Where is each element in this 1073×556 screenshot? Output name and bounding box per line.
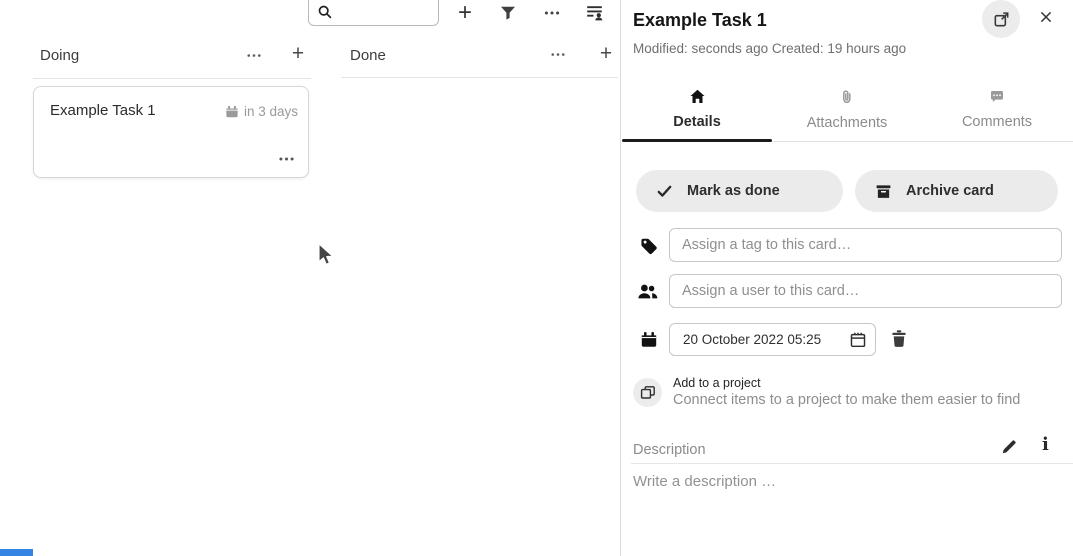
pencil-icon bbox=[1001, 438, 1018, 455]
assign-tag-input[interactable] bbox=[669, 228, 1062, 262]
info-icon: i bbox=[1042, 434, 1049, 455]
add-to-project-subtitle: Connect items to a project to make them … bbox=[673, 392, 1020, 408]
tag-icon bbox=[640, 237, 659, 256]
assign-user-input[interactable] bbox=[669, 274, 1062, 308]
open-in-window-button[interactable] bbox=[982, 0, 1020, 38]
calendar-icon bbox=[640, 331, 658, 349]
search-field[interactable] bbox=[308, 0, 439, 26]
edit-description-button[interactable] bbox=[1001, 438, 1018, 455]
calendar-icon bbox=[225, 105, 239, 119]
column-doing-add-card-button[interactable]: + bbox=[287, 42, 309, 66]
column-done-menu-button[interactable] bbox=[550, 47, 566, 62]
stacked-windows-icon bbox=[640, 385, 656, 400]
card-due-label: in 3 days bbox=[244, 104, 298, 119]
remove-due-date-button[interactable] bbox=[889, 329, 909, 349]
column-doing-separator bbox=[33, 78, 311, 79]
task-card[interactable]: Example Task 1 in 3 days bbox=[33, 86, 309, 178]
tab-comments-label: Comments bbox=[962, 114, 1032, 130]
add-to-project-title: Add to a project bbox=[673, 376, 761, 390]
close-icon bbox=[1038, 9, 1054, 25]
description-separator bbox=[631, 463, 1073, 464]
comment-bubble-icon bbox=[989, 89, 1005, 105]
column-title-done: Done bbox=[350, 47, 386, 64]
paperclip-icon bbox=[839, 89, 855, 106]
date-picker-button[interactable] bbox=[849, 331, 867, 349]
panel-task-meta: Modified: seconds ago Created: 19 hours … bbox=[633, 41, 906, 56]
column-done-add-card-button[interactable]: + bbox=[595, 42, 617, 66]
card-menu-button[interactable] bbox=[278, 151, 295, 167]
more-icon bbox=[246, 48, 262, 63]
tab-attachments-label: Attachments bbox=[807, 115, 888, 131]
add-to-project-button[interactable] bbox=[633, 378, 662, 407]
mouse-cursor bbox=[316, 242, 336, 268]
search-icon bbox=[317, 4, 333, 20]
filter-icon bbox=[500, 6, 516, 21]
description-label: Description bbox=[633, 442, 706, 458]
add-card-toolbar-button[interactable]: + bbox=[453, 0, 477, 26]
panel-task-title: Example Task 1 bbox=[633, 10, 767, 31]
due-date-value: 20 October 2022 05:25 bbox=[683, 332, 849, 347]
card-title: Example Task 1 bbox=[50, 102, 156, 119]
column-done-separator bbox=[341, 77, 618, 78]
archive-card-button[interactable]: Archive card bbox=[855, 170, 1058, 212]
check-icon bbox=[656, 183, 673, 200]
archive-card-label: Archive card bbox=[906, 183, 994, 199]
tab-details-label: Details bbox=[673, 114, 721, 130]
assign-list-icon bbox=[585, 4, 604, 22]
active-tab-indicator bbox=[622, 139, 772, 142]
tab-details[interactable]: Details bbox=[622, 84, 772, 141]
search-input[interactable] bbox=[337, 2, 433, 22]
users-icon bbox=[637, 283, 659, 301]
more-icon bbox=[278, 151, 295, 167]
card-due-date: in 3 days bbox=[225, 104, 298, 119]
assign-view-button[interactable] bbox=[585, 4, 604, 22]
home-icon bbox=[689, 89, 706, 105]
description-info-button[interactable]: i bbox=[1042, 436, 1049, 455]
panel-divider bbox=[620, 0, 621, 556]
due-date-field[interactable]: 20 October 2022 05:25 bbox=[669, 323, 876, 356]
kanban-app-window: + Doing + bbox=[0, 0, 1073, 556]
more-icon bbox=[544, 5, 560, 21]
board-menu-button[interactable] bbox=[544, 5, 560, 21]
column-title-doing: Doing bbox=[40, 47, 79, 64]
tab-comments[interactable]: Comments bbox=[922, 84, 1072, 141]
tab-attachments[interactable]: Attachments bbox=[772, 84, 922, 141]
description-textarea[interactable]: Write a description … bbox=[633, 473, 776, 490]
mark-as-done-button[interactable]: Mark as done bbox=[636, 170, 843, 212]
more-icon bbox=[550, 47, 566, 62]
horizontal-scrollbar-thumb[interactable] bbox=[0, 549, 33, 556]
filter-button[interactable] bbox=[500, 6, 516, 21]
close-panel-button[interactable] bbox=[1036, 7, 1056, 27]
trash-icon bbox=[889, 329, 909, 349]
archive-icon bbox=[875, 183, 892, 200]
mark-as-done-label: Mark as done bbox=[687, 183, 780, 199]
column-doing-menu-button[interactable] bbox=[246, 48, 262, 63]
calendar-outline-icon bbox=[849, 331, 867, 349]
external-link-icon bbox=[993, 11, 1010, 28]
